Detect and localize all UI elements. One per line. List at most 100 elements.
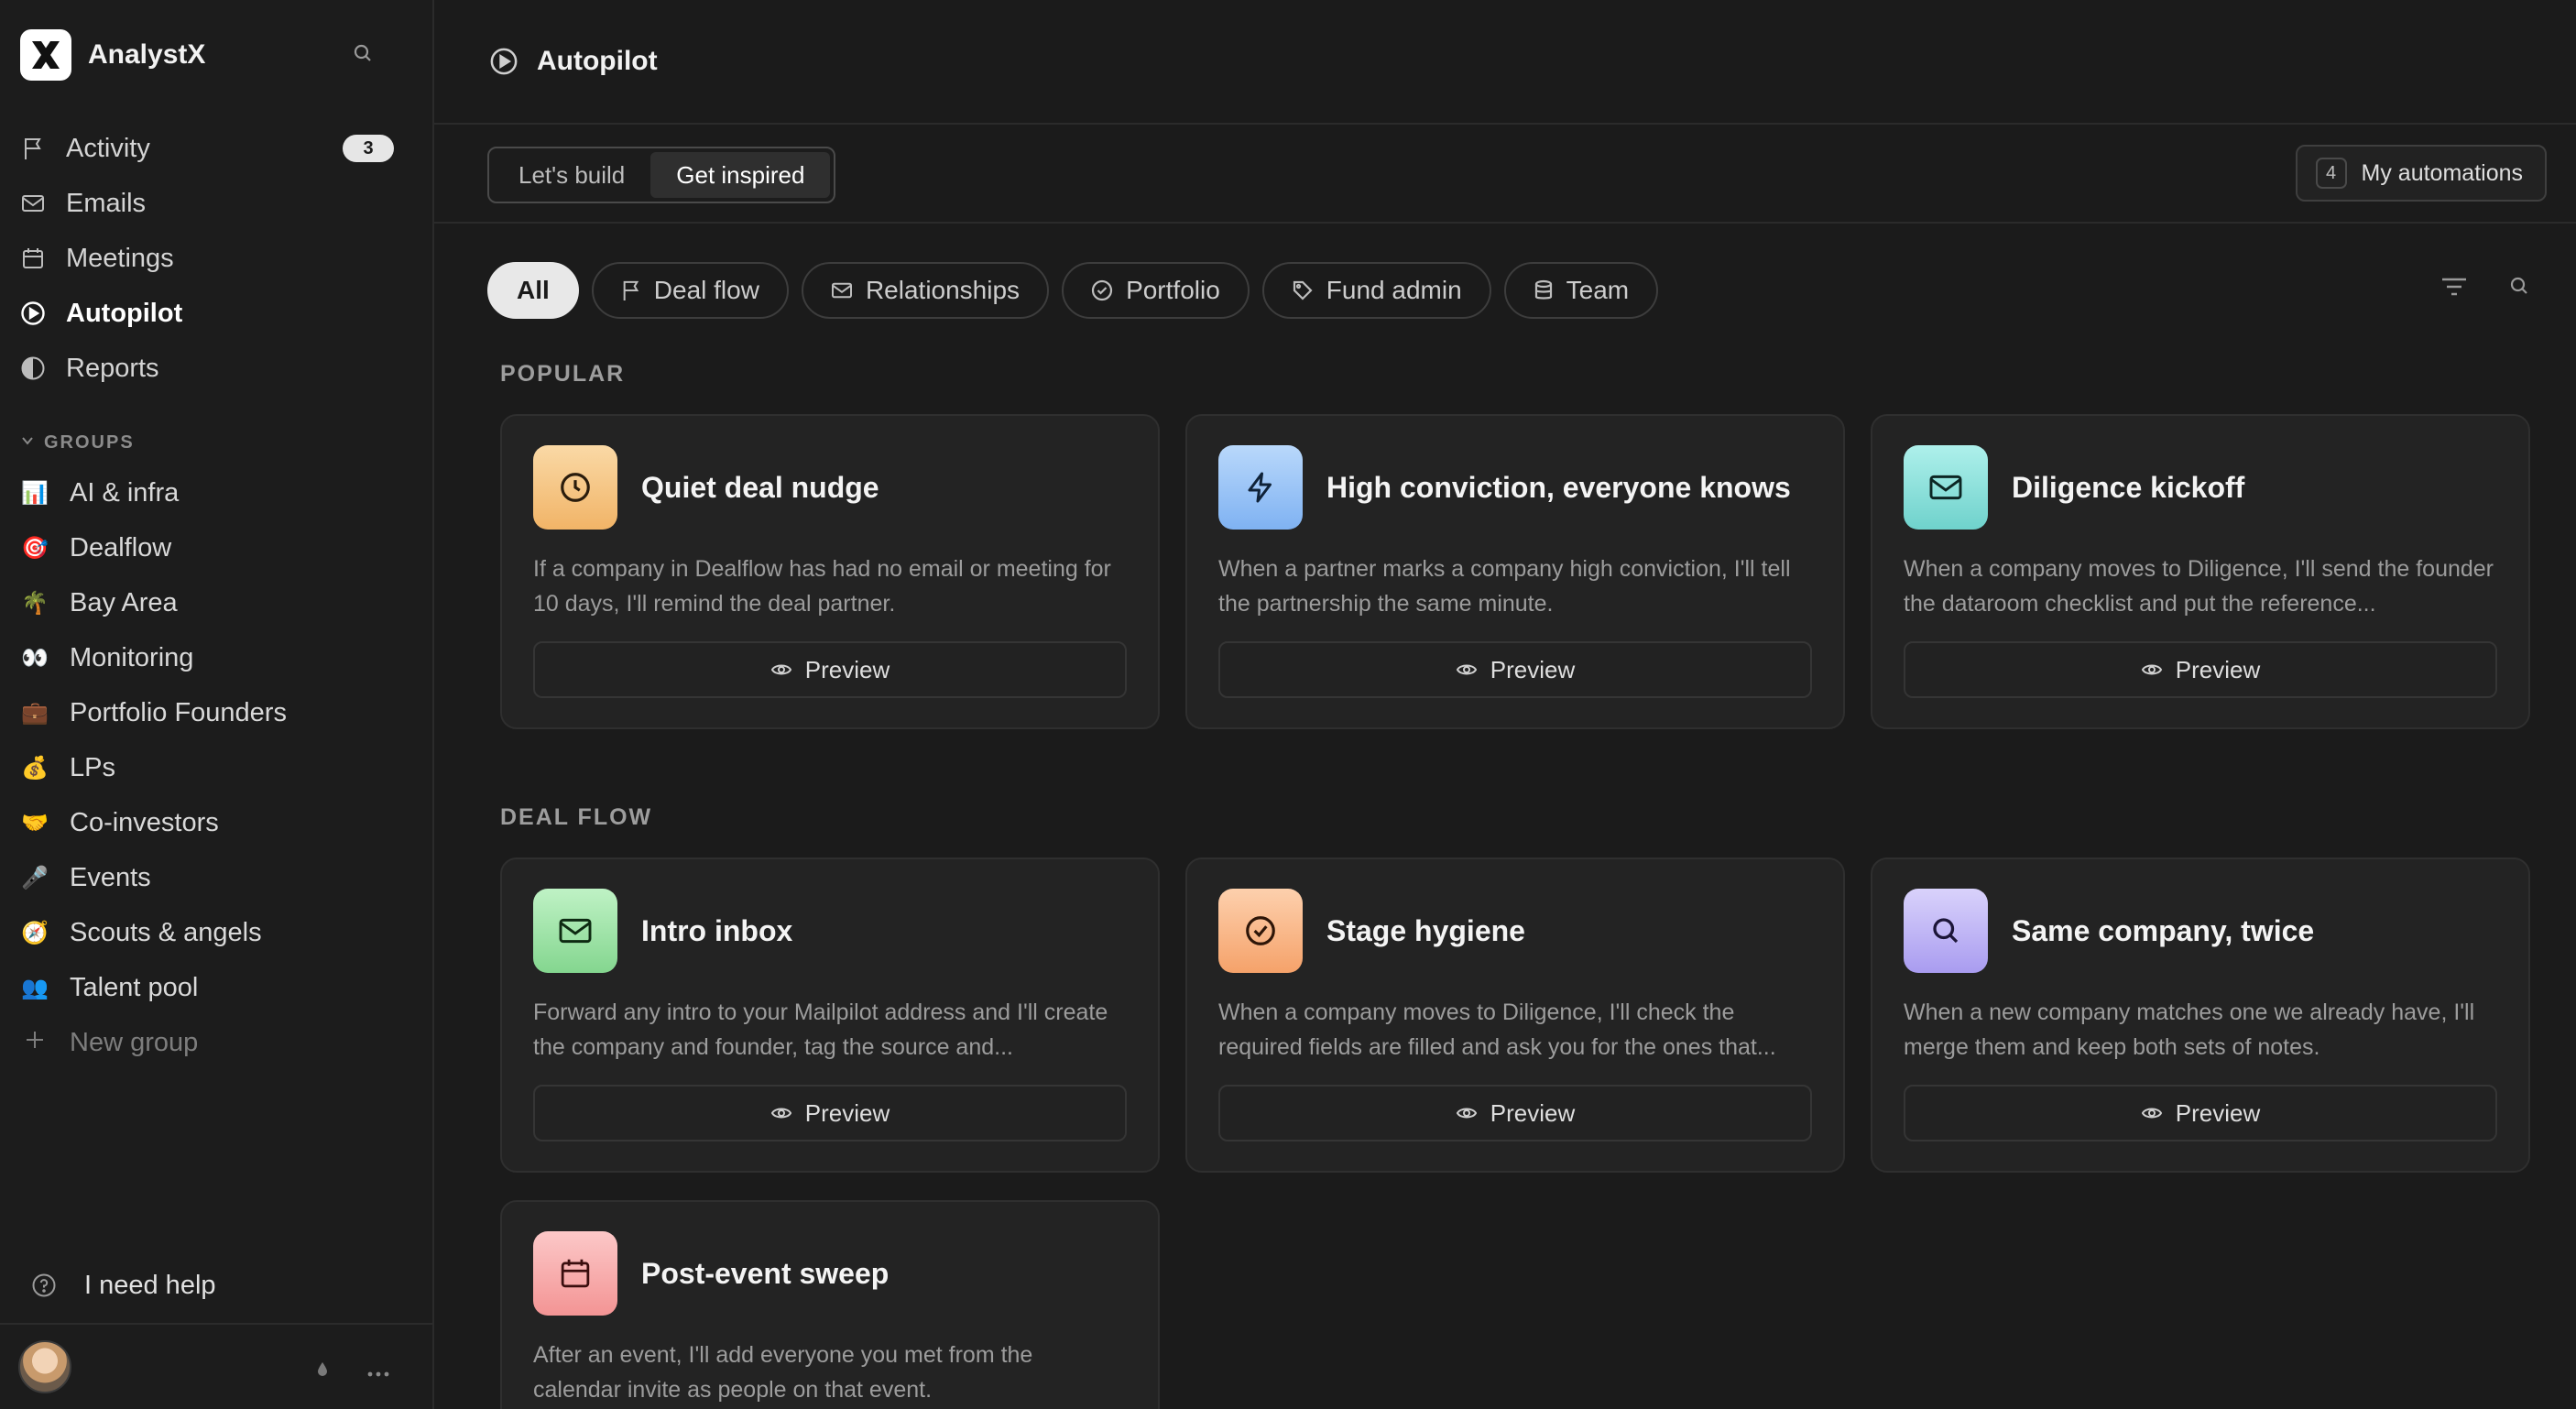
search-icon[interactable] <box>352 42 374 69</box>
mail-icon <box>533 889 617 973</box>
card-description: If a company in Dealflow has had no emai… <box>533 556 1111 617</box>
filter-label: Team <box>1566 276 1630 304</box>
group-emoji: 📊 <box>21 480 49 506</box>
filter-tools <box>2440 275 2530 303</box>
nav-item-emails[interactable]: Emails <box>0 176 432 231</box>
automation-card[interactable]: Intro inbox Forward any intro to your Ma… <box>500 857 1160 1173</box>
filter-all[interactable]: All <box>487 262 579 319</box>
card-description: When a new company matches one we alread… <box>1904 999 2475 1060</box>
group-item-ai-infra[interactable]: 📊 AI & infra <box>0 465 432 520</box>
automation-card[interactable]: Stage hygiene When a company moves to Di… <box>1185 857 1845 1173</box>
help-button[interactable]: I need help <box>0 1260 247 1311</box>
group-item-lps[interactable]: 💰 LPs <box>0 740 432 795</box>
nav-item-reports[interactable]: Reports <box>0 341 432 396</box>
plus-icon <box>20 1030 49 1056</box>
eye-icon <box>770 1105 792 1121</box>
avatar[interactable] <box>18 1340 71 1393</box>
groups-label: GROUPS <box>44 431 135 453</box>
sort-filter-icon[interactable] <box>2440 275 2468 303</box>
section-heading-popular: POPULAR <box>500 361 626 387</box>
automation-card[interactable]: Diligence kickoff When a company moves t… <box>1871 414 2530 729</box>
card-title: Intro inbox <box>641 913 793 947</box>
preview-label: Preview <box>1490 655 1576 683</box>
group-label: Monitoring <box>70 642 194 672</box>
flag-icon <box>621 279 641 301</box>
group-label: Dealflow <box>70 532 172 563</box>
group-emoji: 🤝 <box>21 810 49 836</box>
nav-item-activity[interactable]: Activity 3 <box>0 121 432 176</box>
group-item-events[interactable]: 🎤 Events <box>0 850 432 905</box>
filter-team[interactable]: Team <box>1503 262 1659 319</box>
group-item-bay-area[interactable]: 🌴 Bay Area <box>0 575 432 630</box>
search-icon <box>1904 889 1988 973</box>
preview-button[interactable]: Preview <box>533 1085 1127 1141</box>
filter-label: Fund admin <box>1326 276 1462 304</box>
nav-label: Autopilot <box>66 298 183 328</box>
card-title: Diligence kickoff <box>2012 470 2245 504</box>
tab-lets-build[interactable]: Let's build <box>493 152 650 198</box>
group-item-co-investors[interactable]: 🤝 Co-investors <box>0 795 432 850</box>
eye-icon <box>2141 661 2163 678</box>
nav-label: Reports <box>66 353 159 383</box>
preview-button[interactable]: Preview <box>1218 641 1812 698</box>
preview-button[interactable]: Preview <box>1904 641 2497 698</box>
group-emoji: 🌴 <box>21 590 49 616</box>
group-emoji: 💰 <box>21 755 49 781</box>
new-group-button[interactable]: New group <box>0 1015 432 1070</box>
group-item-portfolio-founders[interactable]: 💼 Portfolio Founders <box>0 685 432 740</box>
pie-chart-icon <box>20 355 46 381</box>
preview-label: Preview <box>2175 1098 2261 1127</box>
page-title: Autopilot <box>537 46 658 76</box>
eye-icon <box>2141 1105 2163 1121</box>
card-title: Same company, twice <box>2012 913 2315 947</box>
filter-deal-flow[interactable]: Deal flow <box>591 262 789 319</box>
main-content: Autopilot Let's build Get inspired 4 My … <box>434 0 2576 1409</box>
tab-get-inspired[interactable]: Get inspired <box>650 152 831 198</box>
automation-card[interactable]: Quiet deal nudge If a company in Dealflo… <box>500 414 1160 729</box>
filter-label: Portfolio <box>1126 276 1220 304</box>
bolt-icon <box>1218 445 1303 530</box>
nav-item-meetings[interactable]: Meetings <box>0 231 432 286</box>
group-emoji: 🧭 <box>21 920 49 945</box>
drop-icon[interactable] <box>315 1356 330 1384</box>
automation-card[interactable]: Same company, twice When a new company m… <box>1871 857 2530 1173</box>
preview-button[interactable]: Preview <box>1218 1085 1812 1141</box>
nav-label: Meetings <box>66 243 174 273</box>
card-title: Quiet deal nudge <box>641 470 879 504</box>
group-item-dealflow[interactable]: 🎯 Dealflow <box>0 520 432 575</box>
preview-button[interactable]: Preview <box>533 641 1127 698</box>
groups-header[interactable]: GROUPS <box>0 427 432 458</box>
filter-portfolio[interactable]: Portfolio <box>1062 262 1250 319</box>
preview-button[interactable]: Preview <box>1904 1085 2497 1141</box>
database-icon <box>1534 279 1554 301</box>
group-emoji: 👀 <box>21 645 49 671</box>
automation-card[interactable]: High conviction, everyone knows When a p… <box>1185 414 1845 729</box>
group-emoji: 💼 <box>21 700 49 726</box>
automation-card[interactable]: Post-event sweep After an event, I'll ad… <box>500 1200 1160 1409</box>
play-circle-icon <box>20 300 46 326</box>
group-label: Talent pool <box>70 972 199 1002</box>
group-item-monitoring[interactable]: 👀 Monitoring <box>0 630 432 685</box>
card-title: Post-event sweep <box>641 1256 890 1290</box>
toolbar: Let's build Get inspired 4 My automation… <box>434 125 2576 224</box>
filter-label: Relationships <box>865 276 1021 304</box>
search-icon[interactable] <box>2508 275 2530 303</box>
group-item-scouts-angels[interactable]: 🧭 Scouts & angels <box>0 905 432 960</box>
clock-icon <box>533 445 617 530</box>
group-item-talent-pool[interactable]: 👥 Talent pool <box>0 960 432 1015</box>
new-group-label: New group <box>70 1027 199 1057</box>
preview-label: Preview <box>804 1098 890 1127</box>
flag-icon <box>20 136 46 161</box>
app-root: AnalystX Activity 3 Emails Meetings Auto… <box>0 0 2576 1409</box>
filter-relationships[interactable]: Relationships <box>801 262 1050 319</box>
my-automations-button[interactable]: 4 My automations <box>2295 145 2547 202</box>
chevron-down-icon <box>20 432 35 453</box>
filter-fund-admin[interactable]: Fund admin <box>1261 262 1491 319</box>
group-label: Bay Area <box>70 587 178 617</box>
groups-list: 📊 AI & infra 🎯 Dealflow 🌴 Bay Area 👀 Monitor… <box>0 465 432 1070</box>
help-label: I need help <box>84 1270 216 1300</box>
more-icon[interactable] <box>366 1356 390 1384</box>
nav-item-autopilot[interactable]: Autopilot <box>0 286 432 341</box>
card-description: When a partner marks a company high conv… <box>1218 556 1791 617</box>
group-emoji: 🎤 <box>21 865 49 890</box>
